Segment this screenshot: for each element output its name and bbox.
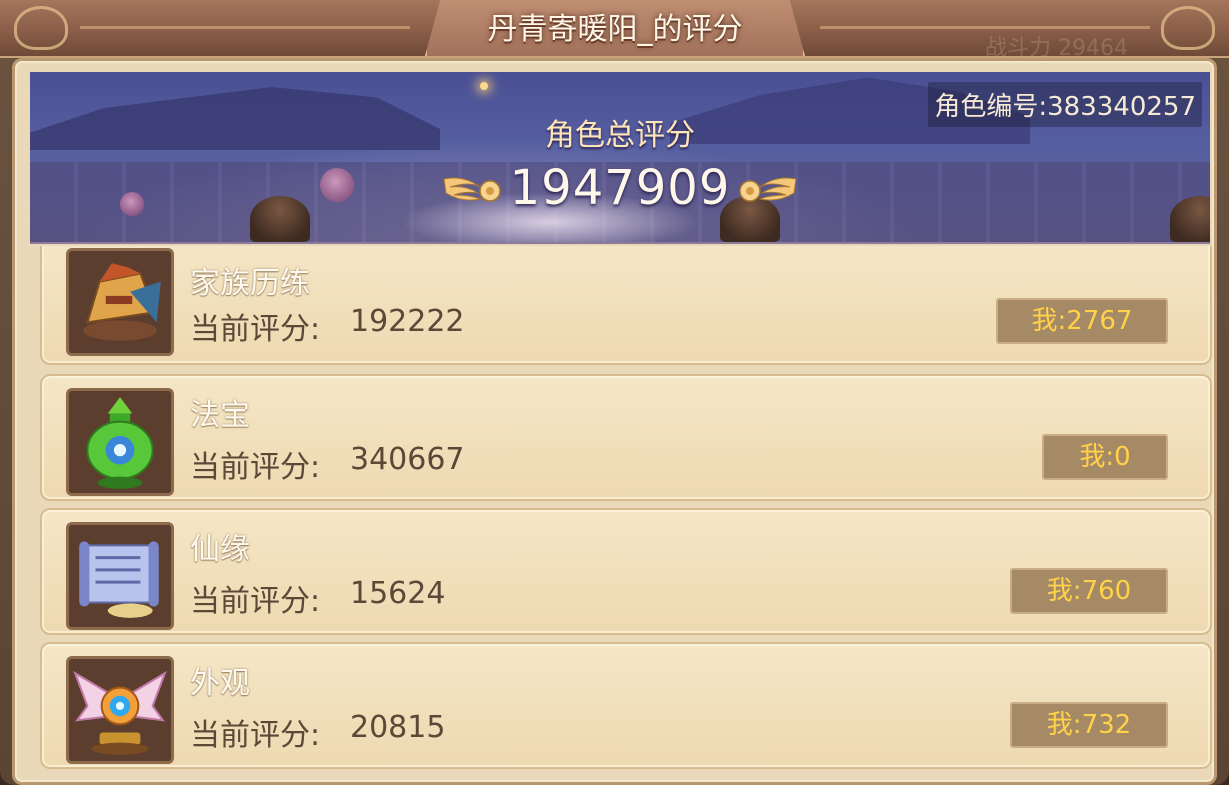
my-score-value: 760 <box>1081 576 1132 606</box>
star-sparkle-icon <box>480 82 488 90</box>
page-title: 丹青寄暖阳_的评分 <box>487 12 743 47</box>
my-score-label: 我: <box>1031 306 1067 336</box>
corner-ornament-icon <box>1161 6 1215 50</box>
left-wing-icon <box>440 171 504 205</box>
list-item[interactable]: 仙缘 当前评分: 15624 我:760 <box>40 508 1212 635</box>
total-score-value: 1947909 <box>509 160 731 216</box>
total-score-banner: 角色编号:383340257 角色总评分 1947909 <box>30 72 1210 244</box>
scroll-icon <box>66 522 174 630</box>
my-score-value: 2767 <box>1066 306 1133 336</box>
list-item[interactable]: 外观 当前评分: 20815 我:732 <box>40 642 1212 769</box>
my-score-badge: 我:2767 <box>996 298 1168 344</box>
family-trial-icon <box>66 248 174 356</box>
my-score-label: 我: <box>1046 576 1082 606</box>
my-score-badge: 我:760 <box>1010 568 1168 614</box>
my-score-badge: 我:0 <box>1042 434 1168 480</box>
magic-treasure-icon <box>66 388 174 496</box>
winged-emblem-icon <box>66 656 174 764</box>
current-score-value: 192222 <box>350 304 465 339</box>
right-wing-icon <box>736 171 800 205</box>
my-score-label: 我: <box>1079 442 1115 472</box>
my-score-value: 0 <box>1114 442 1131 472</box>
list-item[interactable]: 家族历练 当前评分: 192222 我:2767 <box>40 246 1212 365</box>
score-list[interactable]: 家族历练 当前评分: 192222 我:2767 法宝 当前评分: 340667… <box>40 246 1212 776</box>
title-divider <box>820 26 1150 29</box>
list-item[interactable]: 法宝 当前评分: 340667 我:0 <box>40 374 1212 501</box>
item-name: 法宝 <box>190 398 250 433</box>
title-bar: 丹青寄暖阳_的评分 战斗力 29464 <box>0 0 1229 61</box>
item-name: 仙缘 <box>190 532 250 567</box>
current-score-value: 15624 <box>350 576 446 611</box>
item-name: 外观 <box>190 666 250 701</box>
item-name: 家族历练 <box>190 266 310 301</box>
title-divider <box>80 26 410 29</box>
current-score-label: 当前评分: <box>190 584 321 619</box>
my-score-value: 732 <box>1081 710 1132 740</box>
current-score-value: 20815 <box>350 710 446 745</box>
current-score-label: 当前评分: <box>190 450 321 485</box>
current-score-label: 当前评分: <box>190 718 321 753</box>
current-score-label: 当前评分: <box>190 312 321 347</box>
current-score-value: 340667 <box>350 442 465 477</box>
corner-ornament-icon <box>14 6 68 50</box>
my-score-label: 我: <box>1046 710 1082 740</box>
my-score-badge: 我:732 <box>1010 702 1168 748</box>
total-score-label: 角色总评分 <box>545 118 695 153</box>
total-score-row: 1947909 <box>30 160 1210 216</box>
